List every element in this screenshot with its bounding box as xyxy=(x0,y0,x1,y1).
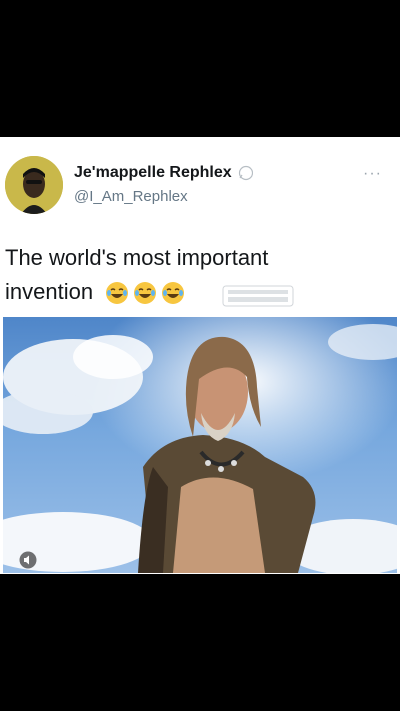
tweet-card[interactable]: Je'mappelle Rephlex @I_Am_Rephlex ··· Th… xyxy=(0,137,400,574)
more-options-icon[interactable]: ··· xyxy=(363,165,382,183)
laughing-emoji-icon xyxy=(161,281,185,305)
video-player[interactable] xyxy=(3,317,397,573)
tweet-header: Je'mappelle Rephlex @I_Am_Rephlex ··· xyxy=(0,137,400,227)
name-row: Je'mappelle Rephlex xyxy=(74,164,253,182)
watermark-logo xyxy=(222,285,294,307)
avatar[interactable] xyxy=(5,156,63,214)
display-name[interactable]: Je'mappelle Rephlex xyxy=(74,164,232,182)
volume-icon[interactable] xyxy=(17,551,39,569)
emoji-row xyxy=(105,281,189,305)
user-handle[interactable]: @I_Am_Rephlex xyxy=(74,188,188,205)
speech-bubble-icon xyxy=(237,165,253,181)
laughing-emoji-icon xyxy=(133,281,157,305)
laughing-emoji-icon xyxy=(105,281,129,305)
video-frame xyxy=(3,317,397,573)
